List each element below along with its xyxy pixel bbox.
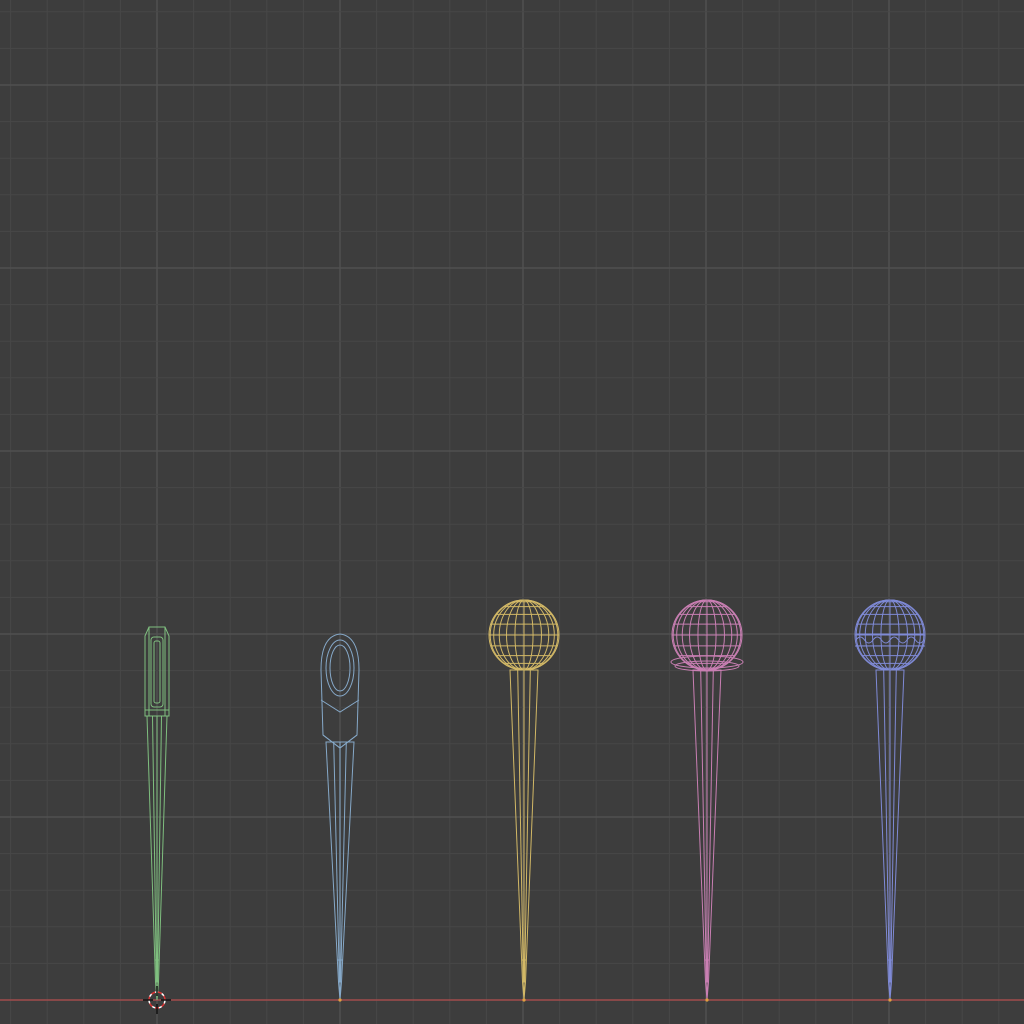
object-origin-dot [338, 998, 342, 1002]
object-origin-dot [705, 998, 709, 1002]
pin-ball-blue [854, 599, 926, 1001]
object-origin-dot [522, 998, 526, 1002]
viewport-canvas[interactable] [0, 0, 1024, 1024]
scene-objects [144, 599, 926, 1001]
object-origin-dot [888, 998, 892, 1002]
pin-ball-yellow [488, 599, 560, 1001]
pin-ball-pink [670, 599, 744, 1001]
floor-grid [0, 0, 1024, 1024]
3d-viewport[interactable] [0, 0, 1024, 1024]
